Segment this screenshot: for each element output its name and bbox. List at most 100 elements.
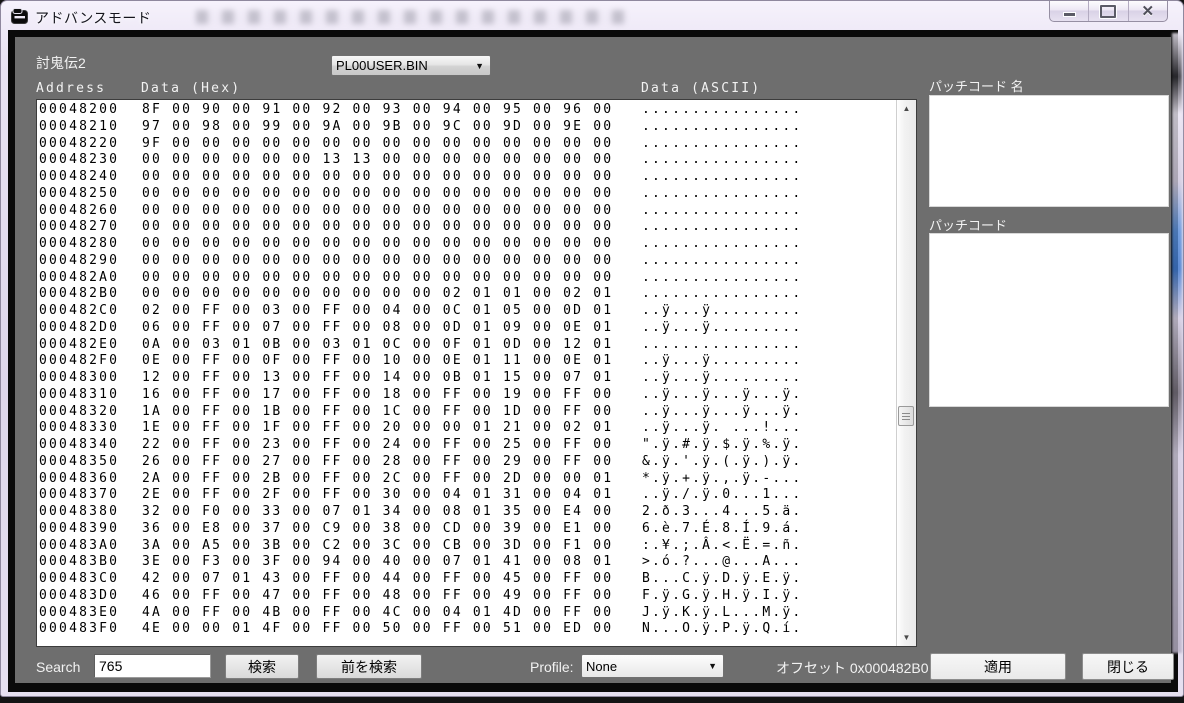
search-button[interactable]: 検索 — [225, 654, 299, 679]
hex-row-bytes[interactable]: 1A 00 FF 00 1B 00 FF 00 1C 00 FF 00 1D 0… — [142, 404, 613, 421]
hex-row[interactable]: 000483301E 00 FF 00 1F 00 FF 00 20 00 00… — [37, 420, 916, 437]
hex-row-bytes[interactable]: 32 00 F0 00 33 00 07 01 34 00 08 01 35 0… — [142, 504, 613, 521]
hex-row-address: 000483C0 — [39, 571, 119, 588]
hex-row[interactable]: 00048350 26 00 FF 00 27 00 FF 00 28 00 FF… — [37, 454, 916, 471]
hex-row[interactable]: 000483C0 42 00 07 01 43 00 FF 00 44 00 FF… — [37, 571, 916, 588]
hex-row[interactable]: 000482A000 00 00 00 00 00 00 00 00 00 00… — [37, 270, 916, 287]
hex-row-bytes[interactable]: 12 00 FF 00 13 00 FF 00 14 00 0B 01 15 0… — [142, 370, 613, 387]
hex-row-ascii: ................ — [642, 337, 802, 354]
close-window-button[interactable]: ✕ — [1129, 1, 1167, 21]
hex-row[interactable]: 000482C002 00 FF 00 03 00 FF 00 04 00 0C… — [37, 303, 916, 320]
scroll-up-arrow[interactable]: ▲ — [898, 100, 915, 117]
hex-row[interactable]: 00048230 00 00 00 00 00 00 13 13 00 00 00… — [37, 152, 916, 169]
hex-row[interactable]: 000482F00E 00 FF 00 0F 00 FF 00 10 00 0E… — [37, 353, 916, 370]
hex-row-bytes[interactable]: 0E 00 FF 00 0F 00 FF 00 10 00 0E 01 11 0… — [142, 353, 613, 370]
hex-row-address: 00048360 — [39, 471, 119, 488]
hex-row-bytes[interactable]: 00 00 00 00 00 00 00 00 00 00 00 00 00 0… — [142, 203, 613, 220]
hex-row-ascii: ..ÿ...ÿ......... — [642, 303, 802, 320]
hex-row[interactable]: 0004826000 00 00 00 00 00 00 00 00 00 00… — [37, 203, 916, 220]
hex-row-address: 00048270 — [39, 219, 119, 236]
hex-row-bytes[interactable]: 0A 00 03 01 0B 00 03 01 0C 00 0F 01 0D 0… — [142, 337, 613, 354]
hex-row[interactable]: 000483D046 00 FF 00 47 00 FF 00 48 00 FF… — [37, 588, 916, 605]
hex-row[interactable]: 000482E00A 00 03 01 0B 00 03 01 0C 00 0F… — [37, 337, 916, 354]
hex-row[interactable]: 000483E04A 00 FF 00 4B 00 FF 00 4C 00 04… — [37, 605, 916, 622]
hex-row-bytes[interactable]: 97 00 98 00 99 00 9A 00 9B 00 9C 00 9D 0… — [142, 119, 613, 136]
hex-row[interactable]: 00048360 2A 00 FF 00 2B 00 FF 00 2C 00 FF… — [37, 471, 916, 488]
hex-row[interactable]: 0004821097 00 98 00 99 00 9A 00 9B 00 9C… — [37, 119, 916, 136]
hex-editor-view[interactable]: 000482008F 00 90 00 91 00 92 00 93 00 94… — [36, 99, 917, 647]
hex-row-bytes[interactable]: 8F 00 90 00 91 00 92 00 93 00 94 00 95 0… — [142, 102, 613, 119]
hex-row[interactable]: 000483F04E 00 00 01 4F 00 FF 00 50 00 FF… — [37, 621, 916, 638]
hex-row[interactable]: 000483201A 00 FF 00 1B 00 FF 00 1C 00 FF… — [37, 404, 916, 421]
hex-row[interactable]: 00048250 00 00 00 00 00 00 00 00 00 00 00… — [37, 186, 916, 203]
hex-row-bytes[interactable]: 00 00 00 00 00 00 00 00 00 00 00 00 00 0… — [142, 253, 613, 270]
apply-button[interactable]: 適用 — [930, 653, 1066, 680]
hex-row-bytes[interactable]: 3E 00 F3 00 3F 00 94 00 40 00 07 01 41 0… — [142, 554, 613, 571]
hex-row[interactable]: 000483B0 3E 00 F3 00 3F 00 94 00 40 00 07… — [37, 554, 916, 571]
chevron-down-icon: ▼ — [708, 661, 719, 671]
hex-row-address: 00048250 — [39, 186, 119, 203]
maximize-icon — [1100, 5, 1116, 18]
titlebar[interactable]: アドバンスモード ✕ — [1, 1, 1183, 31]
minimize-button[interactable] — [1050, 1, 1089, 21]
hex-row[interactable]: 0004831016 00 FF 00 17 00 FF 00 18 00 FF… — [37, 387, 916, 404]
hex-row[interactable]: 00048340 22 00 FF 00 23 00 FF 00 24 00 FF… — [37, 437, 916, 454]
hex-row[interactable]: 000483702E 00 FF 00 2F 00 FF 00 30 00 04… — [37, 487, 916, 504]
hex-row-bytes[interactable]: 36 00 E8 00 37 00 C9 00 38 00 CD 00 39 0… — [142, 521, 613, 538]
hex-row-ascii: &.ÿ.'.ÿ.(.ÿ.).ÿ. — [642, 454, 802, 471]
hex-row-bytes[interactable]: 16 00 FF 00 17 00 FF 00 18 00 FF 00 19 0… — [142, 387, 613, 404]
hex-row-address: 00048350 — [39, 454, 119, 471]
hex-row-address: 00048230 — [39, 152, 119, 169]
scrollbar-thumb[interactable] — [898, 406, 914, 426]
hex-row-bytes[interactable]: 42 00 07 01 43 00 FF 00 44 00 FF 00 45 0… — [142, 571, 613, 588]
hex-row[interactable]: 0004838032 00 F0 00 33 00 07 01 34 00 08… — [37, 504, 916, 521]
hex-row-bytes[interactable]: 00 00 00 00 00 00 13 13 00 00 00 00 00 0… — [142, 152, 613, 169]
hex-row-bytes[interactable]: 46 00 FF 00 47 00 FF 00 48 00 FF 00 49 0… — [142, 588, 613, 605]
hex-row-bytes[interactable]: 26 00 FF 00 27 00 FF 00 28 00 FF 00 29 0… — [142, 454, 613, 471]
hex-row-bytes[interactable]: 06 00 FF 00 07 00 FF 00 08 00 0D 01 09 0… — [142, 320, 613, 337]
hex-row[interactable]: 00048280 00 00 00 00 00 00 00 00 00 00 00… — [37, 236, 916, 253]
hex-row-bytes[interactable]: 00 00 00 00 00 00 00 00 00 00 00 00 00 0… — [142, 236, 613, 253]
hex-row-bytes[interactable]: 22 00 FF 00 23 00 FF 00 24 00 FF 00 25 0… — [142, 437, 613, 454]
hex-row-bytes[interactable]: 4A 00 FF 00 4B 00 FF 00 4C 00 04 01 4D 0… — [142, 605, 613, 622]
profile-dropdown[interactable]: None ▼ — [581, 654, 724, 678]
patch-code-list[interactable] — [929, 233, 1169, 407]
hex-row-bytes[interactable]: 2E 00 FF 00 2F 00 FF 00 30 00 04 01 31 0… — [142, 487, 613, 504]
patch-code-name-list[interactable] — [929, 95, 1169, 207]
hex-row-bytes[interactable]: 2A 00 FF 00 2B 00 FF 00 2C 00 FF 00 2D 0… — [142, 471, 613, 488]
hex-row-bytes[interactable]: 00 00 00 00 00 00 00 00 00 00 00 00 00 0… — [142, 186, 613, 203]
hex-row[interactable]: 0004839036 00 E8 00 37 00 C9 00 38 00 CD… — [37, 521, 916, 538]
hex-row-address: 000483B0 — [39, 554, 119, 571]
hex-row-bytes[interactable]: 1E 00 FF 00 1F 00 FF 00 20 00 00 01 21 0… — [142, 420, 613, 437]
hex-row-bytes[interactable]: 00 00 00 00 00 00 00 00 00 00 00 00 00 0… — [142, 219, 613, 236]
hex-row[interactable]: 000483A03A 00 A5 00 3B 00 C2 00 3C 00 CB… — [37, 538, 916, 555]
hex-row[interactable]: 000482209F 00 00 00 00 00 00 00 00 00 00… — [37, 136, 916, 153]
hex-row-ascii: ..ÿ...ÿ......... — [642, 320, 802, 337]
scroll-down-arrow[interactable]: ▼ — [898, 629, 915, 646]
hex-row-bytes[interactable]: 02 00 FF 00 03 00 FF 00 04 00 0C 01 05 0… — [142, 303, 613, 320]
hex-row-bytes[interactable]: 00 00 00 00 00 00 00 00 00 00 02 01 01 0… — [142, 286, 613, 303]
hex-row-address: 00048340 — [39, 437, 119, 454]
app-icon — [11, 8, 29, 24]
hex-row-ascii: ................ — [642, 136, 802, 153]
hex-row-bytes[interactable]: 00 00 00 00 00 00 00 00 00 00 00 00 00 0… — [142, 169, 613, 186]
search-previous-button[interactable]: 前を検索 — [316, 654, 422, 679]
close-button[interactable]: 閉じる — [1082, 653, 1174, 680]
hex-row-bytes[interactable]: 4E 00 00 01 4F 00 FF 00 50 00 FF 00 51 0… — [142, 621, 613, 638]
hex-row[interactable]: 000482B000 00 00 00 00 00 00 00 00 00 02… — [37, 286, 916, 303]
hex-row[interactable]: 0004830012 00 FF 00 13 00 FF 00 14 00 0B… — [37, 370, 916, 387]
hex-row-address: 00048280 — [39, 236, 119, 253]
hex-scrollbar[interactable]: ▲ ▼ — [896, 100, 916, 646]
maximize-button[interactable] — [1089, 1, 1128, 21]
hex-row[interactable]: 000482D006 00 FF 00 07 00 FF 00 08 00 0D… — [37, 320, 916, 337]
file-select-dropdown[interactable]: PL00USER.BIN ▼ — [331, 55, 491, 76]
hex-row[interactable]: 0004824000 00 00 00 00 00 00 00 00 00 00… — [37, 169, 916, 186]
hex-row-bytes[interactable]: 9F 00 00 00 00 00 00 00 00 00 00 00 00 0… — [142, 136, 613, 153]
hex-row[interactable]: 00048270 00 00 00 00 00 00 00 00 00 00 00… — [37, 219, 916, 236]
hex-row-bytes[interactable]: 00 00 00 00 00 00 00 00 00 00 00 00 00 0… — [142, 270, 613, 287]
hex-row-bytes[interactable]: 3A 00 A5 00 3B 00 C2 00 3C 00 CB 00 3D 0… — [142, 538, 613, 555]
hex-row-ascii: ................ — [642, 286, 802, 303]
hex-row[interactable]: 0004829000 00 00 00 00 00 00 00 00 00 00… — [37, 253, 916, 270]
hex-row[interactable]: 000482008F 00 90 00 91 00 92 00 93 00 94… — [37, 102, 916, 119]
search-input[interactable] — [94, 654, 211, 678]
